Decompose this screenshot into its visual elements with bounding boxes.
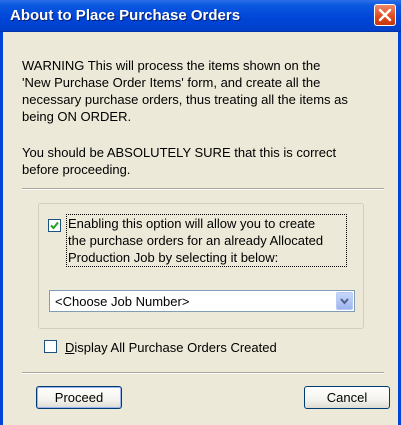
warning-line: 'New Purchase Order Items' form, and cre… <box>22 75 321 90</box>
confirmation-line: before proceeding. <box>22 162 131 177</box>
display-orders-checkbox[interactable] <box>44 340 57 353</box>
option-line: the purchase orders for an already Alloc… <box>68 233 324 248</box>
chevron-down-icon <box>340 298 349 305</box>
option-line: Production Job by selecting it below: <box>68 250 279 265</box>
job-number-select[interactable]: <Choose Job Number> <box>49 290 355 312</box>
allocated-job-label[interactable]: Enabling this option will allow you to c… <box>68 215 348 266</box>
option-line: Enabling this option will allow you to c… <box>68 216 316 231</box>
proceed-label: Proceed <box>54 390 104 405</box>
proceed-button[interactable]: Proceed <box>36 386 122 409</box>
title-bar[interactable]: About to Place Purchase Orders <box>0 0 401 32</box>
divider-bottom <box>22 372 384 374</box>
window-title: About to Place Purchase Orders <box>10 7 241 24</box>
close-button[interactable] <box>374 4 396 26</box>
warning-message: WARNING This will process the items show… <box>22 57 362 125</box>
confirmation-message: You should be ABSOLUTELY SURE that this … <box>22 144 362 178</box>
close-icon <box>378 8 392 22</box>
allocated-job-checkbox[interactable] <box>48 219 61 232</box>
display-orders-label[interactable]: Display All Purchase Orders Created <box>65 340 277 355</box>
warning-line: being ON ORDER. <box>22 109 132 124</box>
cancel-label: Cancel <box>326 390 368 405</box>
cancel-button[interactable]: Cancel <box>304 386 390 409</box>
confirmation-line: You should be ABSOLUTELY SURE that this … <box>22 145 337 160</box>
warning-line: necessary purchase orders, thus treating… <box>22 92 348 107</box>
checkmark-icon <box>50 221 59 230</box>
warning-line: WARNING This will process the items show… <box>22 58 321 73</box>
divider-top <box>22 188 384 190</box>
job-number-value: <Choose Job Number> <box>55 294 190 309</box>
job-number-dropdown-button[interactable] <box>336 292 353 310</box>
